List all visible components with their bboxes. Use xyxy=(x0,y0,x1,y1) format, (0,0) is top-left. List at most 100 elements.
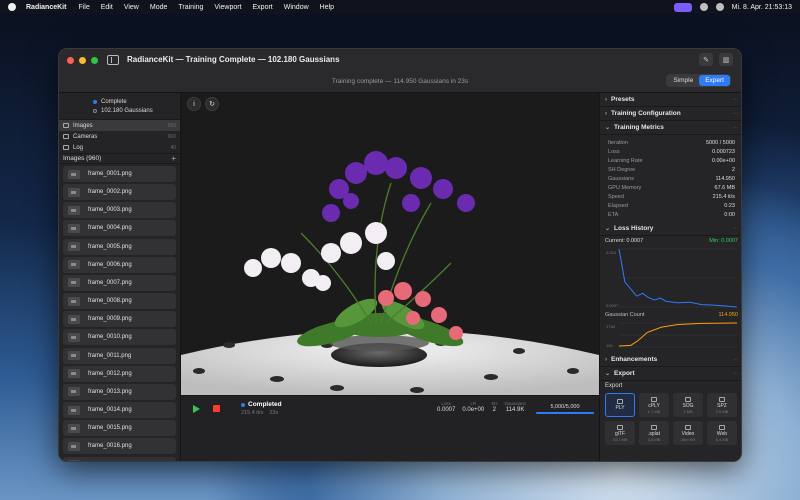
play-button[interactable] xyxy=(193,405,200,413)
menu-file[interactable]: File xyxy=(78,4,89,11)
section-loss-history[interactable]: ⌄ Loss History ⋯ xyxy=(600,222,741,236)
list-item[interactable]: frame_0016.png xyxy=(63,438,176,455)
metric-label: Learning Rate xyxy=(608,157,643,164)
rotate-icon[interactable]: ↻ xyxy=(205,97,219,111)
image-thumbnail-icon xyxy=(68,351,80,361)
file-format-icon xyxy=(651,424,657,430)
apple-icon[interactable] xyxy=(8,3,16,11)
status-menu-icon[interactable] xyxy=(673,2,692,12)
export-format-splat[interactable]: .splat 3,5 MB xyxy=(639,421,669,445)
3d-viewport[interactable]: i ↻ xyxy=(181,93,599,395)
list-item[interactable]: frame_0007.png xyxy=(63,274,176,291)
list-item[interactable]: frame_0003.png xyxy=(63,202,176,219)
sidebar-item-cameras[interactable]: Cameras 960 xyxy=(59,131,180,142)
section-title: Export xyxy=(614,370,635,377)
control-center-icon[interactable] xyxy=(699,3,708,11)
list-item[interactable]: frame_0005.png xyxy=(63,238,176,255)
info-icon[interactable]: i xyxy=(187,97,201,111)
y-tick-label: 100 xyxy=(606,343,613,348)
chevron-down-icon: ⌄ xyxy=(605,125,611,131)
stop-button[interactable] xyxy=(213,405,220,412)
section-training-config[interactable]: › Training Configuration ⋯ xyxy=(600,107,741,121)
log-icon xyxy=(63,145,69,150)
sidebar-item-log[interactable]: Log 40 xyxy=(59,142,180,153)
add-image-button[interactable]: + xyxy=(171,154,176,163)
list-item[interactable]: frame_0002.png xyxy=(63,184,176,201)
list-item[interactable]: frame_0010.png xyxy=(63,329,176,346)
section-menu-icon[interactable]: ⋯ xyxy=(733,125,738,131)
section-menu-icon[interactable]: ⋯ xyxy=(733,97,738,103)
export-format-gltf[interactable]: glTF 33,1 MB xyxy=(605,421,635,445)
close-window-button[interactable] xyxy=(67,57,74,64)
sidebar-toggle-icon[interactable] xyxy=(107,55,119,65)
image-thumbnail-icon xyxy=(68,205,80,215)
list-item[interactable]: frame_0012.png xyxy=(63,365,176,382)
pencil-icon[interactable]: ✎ xyxy=(699,53,713,66)
export-format-sog[interactable]: SOG 1 MB xyxy=(673,393,703,417)
gaussian-chart: 1748 100 xyxy=(605,320,738,350)
section-enhancements[interactable]: › Enhancements ⋯ xyxy=(600,353,741,367)
zoom-window-button[interactable] xyxy=(91,57,98,64)
list-item[interactable]: frame_0013.png xyxy=(63,383,176,400)
section-presets[interactable]: › Presets ⋯ xyxy=(600,93,741,107)
sidebar-item-images[interactable]: Images 960 xyxy=(59,120,180,131)
mode-expert-button[interactable]: Expert xyxy=(699,75,730,86)
export-format-ply[interactable]: PLY xyxy=(605,393,635,417)
format-size: 2.5 MB xyxy=(715,408,729,414)
file-name: frame_0007.png xyxy=(88,279,132,286)
mode-toggle[interactable]: Simple Expert xyxy=(666,74,731,87)
section-training-metrics[interactable]: ⌄ Training Metrics ⋯ xyxy=(600,121,741,135)
menu-mode[interactable]: Mode xyxy=(150,4,168,11)
metric-label: ETA xyxy=(608,211,619,218)
loss-current: Current: 0.0007 xyxy=(605,238,644,244)
list-item[interactable]: frame_0015.png xyxy=(63,420,176,437)
loss-chart-svg: 0.013 0.0007 xyxy=(606,248,738,308)
sidebar-item-count: 960 xyxy=(167,122,176,129)
metric-value: 215.4 it/s xyxy=(712,193,735,200)
menu-export[interactable]: Export xyxy=(253,4,273,11)
section-menu-icon[interactable]: ⋯ xyxy=(733,226,738,232)
export-format-video[interactable]: Video 26m KB xyxy=(673,421,703,445)
siri-icon[interactable] xyxy=(715,3,724,11)
menu-help[interactable]: Help xyxy=(320,4,334,11)
list-item[interactable]: frame_0006.png xyxy=(63,256,176,273)
section-menu-icon[interactable]: ⋯ xyxy=(733,357,738,363)
section-title: Training Metrics xyxy=(614,124,664,131)
list-item[interactable]: frame_0011.png xyxy=(63,347,176,364)
menu-view[interactable]: View xyxy=(124,4,139,11)
export-label: Export xyxy=(605,383,623,389)
iteration-progress: 5,000/5,000 xyxy=(536,404,594,414)
format-size: 1 MB xyxy=(683,408,693,414)
metric-value: 0:23 xyxy=(724,202,735,209)
file-name: frame_0014.png xyxy=(88,407,132,414)
list-item[interactable]: frame_0014.png xyxy=(63,402,176,419)
menu-training[interactable]: Training xyxy=(178,4,203,11)
section-menu-icon[interactable]: ⋯ xyxy=(733,371,738,377)
export-format-spz[interactable]: SPZ 2.5 MB xyxy=(707,393,737,417)
menu-app-name[interactable]: RadianceKit xyxy=(26,4,66,11)
menu-clock[interactable]: Mi. 8. Apr. 21:53:13 xyxy=(732,4,792,11)
section-menu-icon[interactable]: ⋯ xyxy=(733,111,738,117)
menu-window[interactable]: Window xyxy=(284,4,309,11)
export-format-web[interactable]: Web 6,4 MB xyxy=(707,421,737,445)
format-size: 26m KB xyxy=(680,436,696,442)
file-format-icon xyxy=(719,396,725,402)
menu-edit[interactable]: Edit xyxy=(101,4,113,11)
gaussian-count-label: 102.180 Gaussians xyxy=(101,107,153,114)
section-export[interactable]: ⌄ Export ⋯ xyxy=(600,367,741,381)
metric-row: GPU Memory 67.6 MB xyxy=(600,183,741,192)
gaussian-splat-render[interactable] xyxy=(181,93,599,395)
inspector-toggle-icon[interactable]: ▥ xyxy=(719,53,733,66)
mode-simple-button[interactable]: Simple xyxy=(667,75,699,86)
loss-chart: 0.013 0.0007 xyxy=(605,246,738,310)
list-item[interactable]: frame_0001.png xyxy=(63,166,176,182)
list-item[interactable]: frame_0004.png xyxy=(63,220,176,237)
minimize-window-button[interactable] xyxy=(79,57,86,64)
metric-row: Loss 0.000723 xyxy=(600,147,741,156)
menu-viewport[interactable]: Viewport xyxy=(214,4,241,11)
export-format-cply[interactable]: cPLY 1.7 MB xyxy=(639,393,669,417)
list-item[interactable]: frame_0008.png xyxy=(63,293,176,310)
stat-label: SH xyxy=(491,401,498,406)
list-item[interactable]: frame_0009.png xyxy=(63,311,176,328)
list-item[interactable]: frame_0017.png xyxy=(63,456,176,461)
